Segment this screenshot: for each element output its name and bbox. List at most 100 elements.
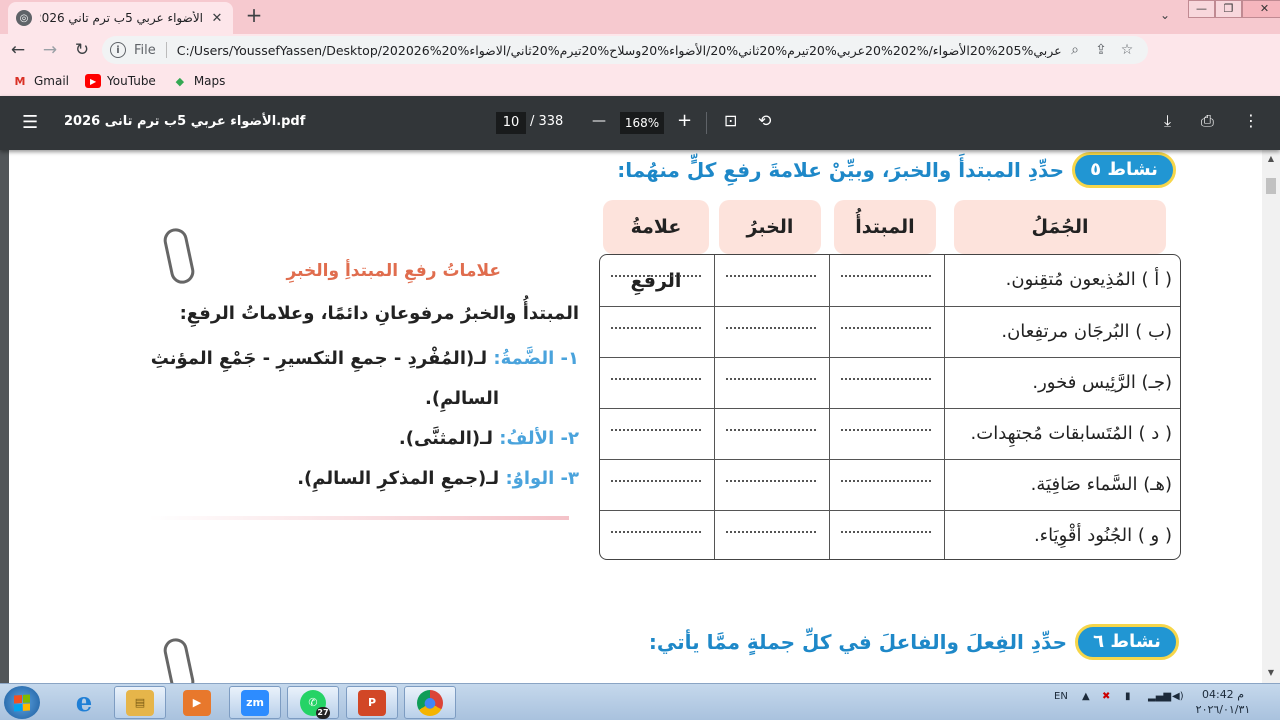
grammar-note: علاماتُ رفعِ المبتدأِ والخبرِ المبتدأُ و…	[149, 245, 589, 520]
blank-line	[611, 531, 701, 533]
note-title: علاماتُ رفعِ المبتدأِ والخبرِ	[286, 261, 501, 281]
taskbar-whatsapp[interactable]: ✆ 27	[287, 686, 339, 719]
page-number-input[interactable]: 10	[496, 112, 526, 134]
sentence-text: (جـ) الرَّئِيس فخور.	[1032, 372, 1172, 393]
answer-cell[interactable]	[829, 255, 944, 306]
zoom-icon[interactable]: ⌕	[1062, 42, 1088, 58]
zoom-out-button[interactable]: —	[592, 113, 606, 129]
window-controls: — ❐ ✕	[1188, 0, 1280, 18]
url-scheme-label: File	[134, 42, 156, 58]
sentence-text: ( و ) الجُنُود أقْوِيَاء.	[1033, 525, 1172, 546]
answer-cell[interactable]	[829, 307, 944, 357]
volume-icon[interactable]: ◀)	[1172, 691, 1184, 702]
answer-cell[interactable]	[829, 460, 944, 510]
answer-cell[interactable]	[600, 358, 714, 408]
maximize-button[interactable]: ❐	[1215, 0, 1242, 18]
reload-button[interactable]: ↻	[68, 36, 96, 64]
answer-cell[interactable]	[714, 511, 829, 559]
language-indicator[interactable]: EN	[1054, 691, 1068, 702]
blank-line	[841, 378, 931, 380]
table-row: (جـ) الرَّئِيس فخور.	[600, 357, 1180, 408]
clock-date: ٢٠٢٦/٠١/٣١	[1195, 703, 1251, 716]
more-options-icon[interactable]: ⋮	[1243, 111, 1259, 130]
network-warning-icon[interactable]: ✖	[1102, 691, 1110, 702]
pdf-page: نشاط ٥ حدِّدِ المبتدأَ والخبرَ، وبيِّنْ …	[9, 150, 1262, 683]
chrome-icon: ●	[417, 689, 443, 716]
minimize-button[interactable]: —	[1188, 0, 1215, 18]
table-row: ( و ) الجُنُود أقْوِيَاء.	[600, 510, 1180, 559]
answer-cell[interactable]	[600, 460, 714, 510]
show-hidden-icons-icon[interactable]: ▲	[1082, 691, 1090, 702]
blank-line	[841, 327, 931, 329]
rotate-icon[interactable]: ⟲	[758, 111, 771, 130]
answer-cell[interactable]	[714, 255, 829, 306]
forward-button[interactable]: →	[36, 36, 64, 64]
answer-cell[interactable]	[829, 358, 944, 408]
url-text[interactable]: C:/Users/YoussefYassen/Desktop/202026%ب%…	[177, 43, 1062, 58]
clock-time: 04:42 م	[1201, 688, 1244, 701]
bookmark-gmail[interactable]: M Gmail	[12, 74, 70, 88]
activity-title: حدِّدِ الفِعلَ والفاعلَ في كلِّ جملةٍ مم…	[648, 630, 1067, 654]
taskbar-explorer[interactable]: ▤	[114, 686, 166, 719]
activity-badge: نشاط ٦	[1075, 624, 1179, 660]
answer-cell[interactable]	[600, 511, 714, 559]
bookmark-youtube[interactable]: ▶ YouTube	[85, 74, 156, 88]
answer-cell[interactable]	[714, 409, 829, 459]
start-button[interactable]	[4, 686, 40, 719]
tab-strip: ◎ الأضواء عربي 5ب ترم تاني 2026.pdf ✕ + …	[0, 0, 1280, 34]
bookmarks-bar: M Gmail ▶ YouTube ◆ Maps	[0, 66, 1280, 96]
answer-cell[interactable]	[714, 460, 829, 510]
pdf-viewport[interactable]: نشاط ٥ حدِّدِ المبتدأَ والخبرَ، وبيِّنْ …	[0, 150, 1262, 683]
answer-cell[interactable]	[829, 511, 944, 559]
tab-title: الأضواء عربي 5ب ترم تاني 2026.pdf	[40, 11, 203, 25]
print-icon[interactable]: ⎙	[1201, 111, 1214, 131]
tab-search-icon[interactable]: ⌄	[1160, 8, 1170, 22]
signal-icon[interactable]: ▂▄▆	[1148, 691, 1171, 702]
address-bar[interactable]: i File C:/Users/YoussefYassen/Desktop/20…	[102, 36, 1148, 64]
taskbar: e ▤ ▶ zm ✆ 27 P ● EN ▲ ✖ ▮ ▂▄▆ ◀) 04:42 …	[0, 683, 1280, 720]
bookmark-maps[interactable]: ◆ Maps	[172, 74, 226, 88]
maps-icon: ◆	[175, 74, 185, 88]
taskbar-powerpoint[interactable]: P	[346, 686, 398, 719]
fit-page-icon[interactable]: ⊡	[724, 111, 737, 130]
scrollbar-thumb[interactable]	[1266, 178, 1276, 194]
answer-cell[interactable]	[714, 358, 829, 408]
hamburger-menu-icon[interactable]: ☰	[22, 112, 38, 133]
vertical-scrollbar[interactable]: ▲ ▼	[1262, 150, 1280, 683]
new-tab-button[interactable]: +	[243, 5, 265, 27]
answer-cell[interactable]	[600, 255, 714, 306]
zoom-in-button[interactable]: +	[677, 110, 692, 131]
column-header-predicate: الخبرُ	[719, 200, 821, 254]
answer-cell[interactable]	[600, 409, 714, 459]
site-info-icon[interactable]: i	[110, 42, 126, 58]
back-button[interactable]: ←	[4, 36, 32, 64]
blank-line	[726, 429, 816, 431]
sentence-text: ( أ ) المُذِيعون مُتقِنون.	[1005, 269, 1172, 290]
bookmark-star-icon[interactable]: ☆	[1114, 42, 1140, 58]
divider	[706, 112, 707, 134]
browser-tab[interactable]: ◎ الأضواء عربي 5ب ترم تاني 2026.pdf ✕	[8, 2, 233, 34]
taskbar-zoom[interactable]: zm	[229, 686, 281, 719]
bookmark-label: Gmail	[34, 74, 70, 88]
download-icon[interactable]: ⤓	[1164, 111, 1171, 131]
system-clock[interactable]: 04:42 م ٢٠٢٦/٠١/٣١	[1186, 687, 1260, 717]
whatsapp-glyph: ✆	[308, 696, 318, 709]
taskbar-chrome[interactable]: ●	[404, 686, 456, 719]
answer-cell[interactable]	[714, 307, 829, 357]
blank-line	[841, 429, 931, 431]
scroll-down-icon[interactable]: ▼	[1262, 668, 1280, 677]
zoom-level-input[interactable]: 168%	[620, 112, 664, 134]
share-icon[interactable]: ⇪	[1088, 42, 1114, 58]
close-window-button[interactable]: ✕	[1242, 0, 1280, 18]
table-row: (ب ) البُرجَان مرتفِعان.	[600, 306, 1180, 357]
youtube-icon: ▶	[85, 74, 102, 88]
scroll-up-icon[interactable]: ▲	[1262, 154, 1280, 163]
taskbar-ie[interactable]: e	[58, 686, 110, 719]
note-item: ١- الضَّمةُ: لـ(المُفْردِ - جمعِ التكسير…	[151, 348, 579, 369]
battery-icon[interactable]: ▮	[1125, 691, 1131, 702]
answer-cell[interactable]	[829, 409, 944, 459]
close-tab-icon[interactable]: ✕	[209, 11, 225, 26]
answer-cell[interactable]	[600, 307, 714, 357]
taskbar-media[interactable]: ▶	[171, 686, 223, 719]
sentence-cell: (جـ) الرَّئِيس فخور.	[944, 358, 1182, 408]
